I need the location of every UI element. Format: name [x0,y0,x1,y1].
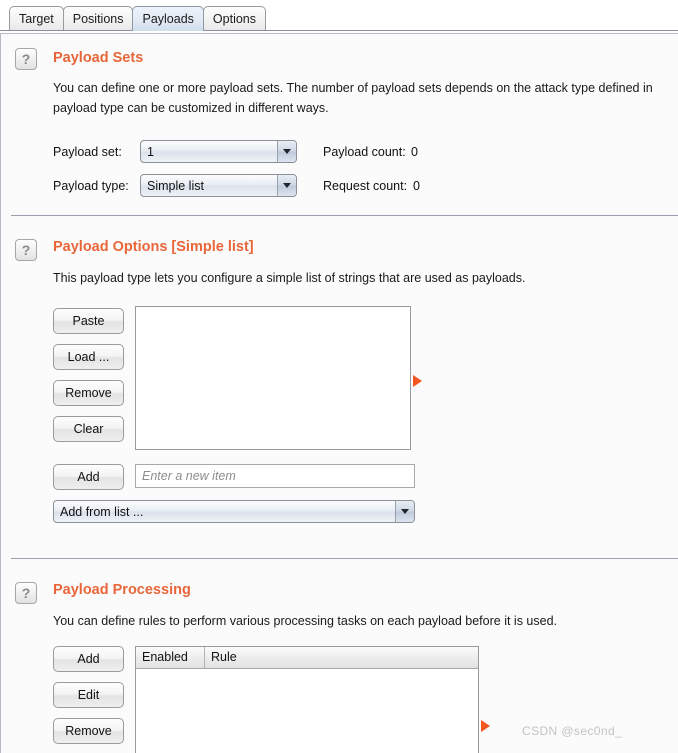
new-item-input[interactable]: Enter a new item [135,464,415,488]
payload-count-label: Payload count: [323,145,406,159]
table-header-row: Enabled Rule [136,647,478,669]
payload-processing-help-icon[interactable]: ? [15,582,37,604]
payload-options-description: This payload type lets you configure a s… [53,271,526,285]
payload-options-help-icon[interactable]: ? [15,239,37,261]
clear-button[interactable]: Clear [53,416,124,442]
remove-button[interactable]: Remove [53,380,124,406]
orange-play-triangle-icon [413,375,422,387]
table-body [136,669,478,753]
processing-remove-button[interactable]: Remove [53,718,124,744]
chevron-down-icon [395,501,414,522]
add-from-list-dropdown[interactable]: Add from list ... [53,500,415,523]
payload-type-dropdown[interactable]: Simple list [140,174,297,197]
add-from-list-value: Add from list ... [60,504,144,519]
payload-count-value: 0 [411,145,418,159]
request-count-value: 0 [413,179,420,193]
divider-1 [11,215,678,216]
column-header-rule[interactable]: Rule [205,647,478,668]
divider-2 [11,558,678,559]
payload-processing-description: You can define rules to perform various … [53,614,557,628]
payload-processing-title: Payload Processing [53,582,191,598]
payload-sets-help-icon[interactable]: ? [15,48,37,70]
payloads-panel: ? Payload Sets You can define one or mor… [0,34,678,753]
add-item-button[interactable]: Add [53,464,124,490]
burp-intruder-payloads-window: Target Positions Payloads Options ? Payl… [0,0,678,753]
payload-sets-description-line2: payload type can be customized in differ… [53,101,329,115]
csdn-watermark: CSDN @sec0nd_ [522,724,623,738]
tab-underline-top [0,30,678,31]
load-button[interactable]: Load ... [53,344,124,370]
request-count-label: Request count: [323,179,408,193]
payload-sets-title: Payload Sets [53,50,144,66]
payload-set-dropdown[interactable]: 1 [140,140,297,163]
payload-set-label: Payload set: [53,145,122,159]
orange-play-triangle-icon [481,720,490,732]
payload-set-value: 1 [147,144,154,159]
payload-list-box[interactable] [135,306,411,450]
payload-options-title: Payload Options [Simple list] [53,239,254,255]
payload-type-value: Simple list [147,178,204,193]
processing-add-button[interactable]: Add [53,646,124,672]
tab-payloads[interactable]: Payloads [132,6,204,31]
chevron-down-icon [277,175,296,196]
payload-processing-rules-table[interactable]: Enabled Rule [135,646,479,753]
column-header-enabled[interactable]: Enabled [136,647,205,668]
payload-type-label: Payload type: [53,179,129,193]
paste-button[interactable]: Paste [53,308,124,334]
payload-sets-description-line1: You can define one or more payload sets.… [53,81,653,95]
tab-options[interactable]: Options [202,6,267,31]
tab-bar: Target Positions Payloads Options [0,0,678,31]
processing-edit-button[interactable]: Edit [53,682,124,708]
tab-positions[interactable]: Positions [62,6,134,31]
tab-target[interactable]: Target [9,6,64,31]
chevron-down-icon [277,141,296,162]
